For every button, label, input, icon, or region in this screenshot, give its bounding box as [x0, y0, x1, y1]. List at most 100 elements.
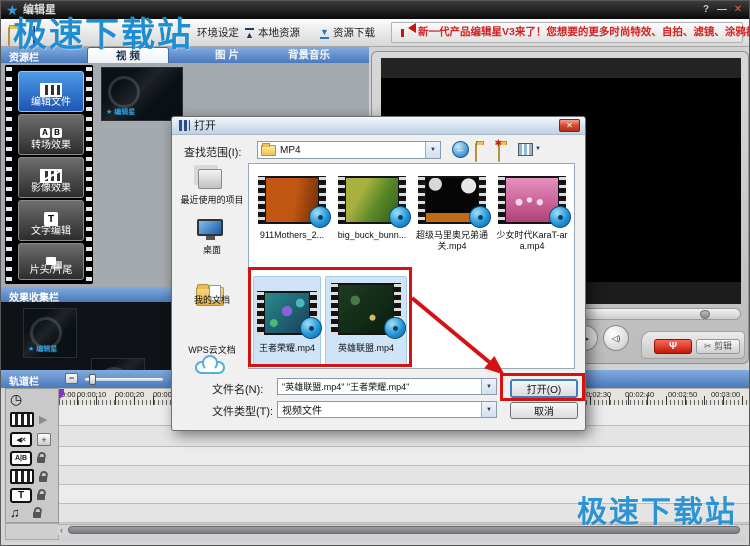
- track-video-row: ▶: [6, 410, 58, 429]
- ruler-label: 00:00:10: [77, 390, 106, 399]
- file-item[interactable]: 超级马里奥兄弟通关.mp4: [413, 176, 491, 251]
- file-name-field-label: 文件名(N):: [212, 381, 263, 397]
- timeline-zoom-thumb[interactable]: [89, 374, 96, 385]
- ab-track-icon: A|B: [10, 451, 32, 466]
- tab-image[interactable]: 图 片: [191, 48, 263, 63]
- video-track-icon: [10, 412, 34, 427]
- film-reel-icon: [309, 206, 331, 228]
- seek-thumb[interactable]: [700, 310, 710, 319]
- add-track-button[interactable]: +: [37, 433, 51, 446]
- file-item[interactable]: 少女时代KaraT-ara.mp4: [493, 176, 571, 251]
- scissors-icon: ✂: [704, 341, 712, 351]
- file-name-label: 超级马里奥兄弟通关.mp4: [413, 230, 491, 251]
- close-button[interactable]: ✕: [731, 3, 745, 17]
- chevron-down-icon[interactable]: ▼: [481, 379, 496, 394]
- resource-sidebar: 编辑文件 AB 转场效果 影像效果 T 文字编辑 片头/片尾: [5, 65, 93, 284]
- look-in-combobox[interactable]: MP4 ▼: [257, 141, 441, 159]
- dialog-title-bar[interactable]: 打开 ✕: [172, 117, 585, 135]
- annotation-open-button-box: [500, 373, 585, 401]
- file-type-field-label: 文件类型(T):: [212, 403, 273, 419]
- clock-icon: ◷: [10, 392, 22, 406]
- view-menu-button[interactable]: [518, 143, 533, 156]
- file-name-label: 少女时代KaraT-ara.mp4: [493, 230, 571, 251]
- file-type-combobox[interactable]: 视频文件 ▼: [277, 401, 497, 418]
- file-item[interactable]: big_buck_bunn...: [333, 176, 411, 241]
- announcement-text: 新一代产品编辑星V3来了！您想要的更多时尚特效、自拍、滤镜、涂鸦都在这里！: [418, 23, 750, 42]
- look-in-label: 查找范围(I):: [184, 144, 241, 160]
- file-thumbnail: [418, 176, 486, 224]
- music-note-icon: ♫: [10, 505, 20, 520]
- sidebar-item-video-effects[interactable]: 影像效果: [18, 157, 84, 198]
- transition-track[interactable]: [58, 447, 749, 466]
- toolbar-item-settings[interactable]: 环境设定: [197, 19, 239, 47]
- ruler-label: 00:02:40: [625, 390, 654, 399]
- track-bar-title: 轨道栏: [9, 373, 39, 388]
- track-effect-row: [6, 468, 58, 485]
- up-arrow-icon: ↑: [475, 138, 480, 148]
- place-my-documents[interactable]: 我的文档: [176, 295, 248, 305]
- file-name-value: "英雄联盟.mp4" "王者荣耀.mp4": [282, 380, 409, 393]
- minimize-button[interactable]: —: [715, 3, 729, 17]
- timeline-zoom-slider[interactable]: [85, 378, 163, 381]
- desktop-icon: [197, 219, 223, 236]
- annotation-selected-files-box: [248, 267, 412, 367]
- chevron-down-icon[interactable]: ▼: [425, 142, 440, 158]
- open-project-icon[interactable]: [8, 27, 10, 46]
- cancel-button[interactable]: 取消: [510, 402, 578, 419]
- unlock-icon[interactable]: [33, 512, 41, 518]
- unlock-icon[interactable]: [39, 476, 47, 482]
- dialog-close-button[interactable]: ✕: [559, 119, 580, 132]
- unlock-icon[interactable]: [37, 494, 45, 500]
- effect-thumbnail[interactable]: ★ 编辑星: [91, 358, 145, 370]
- play-track-icon[interactable]: ▶: [39, 413, 47, 426]
- file-name-label: big_buck_bunn...: [333, 230, 411, 241]
- film-reel-icon: [549, 206, 571, 228]
- watermark-bottom: 极速下载站: [577, 487, 737, 531]
- chevron-down-icon[interactable]: ▼: [535, 146, 541, 152]
- speaker-mute-icon: ◀✕: [10, 432, 32, 447]
- toolbar-item-local-resource[interactable]: 本地资源: [258, 19, 300, 47]
- film-reel-icon: [469, 206, 491, 228]
- place-wps-cloud[interactable]: WPS云文档: [176, 345, 248, 355]
- scroll-left-arrow[interactable]: ‹: [60, 525, 63, 535]
- sidebar-item-text-edit[interactable]: T 文字编辑: [18, 200, 84, 241]
- wps-cloud-icon: [195, 361, 225, 374]
- new-folder-button[interactable]: ✱: [498, 143, 500, 162]
- volume-button[interactable]: ◁): [603, 325, 629, 351]
- file-item[interactable]: 911Mothers_2...: [253, 176, 331, 241]
- intro-outro-icon: [46, 257, 56, 265]
- dialog-film-icon: [177, 120, 190, 131]
- effect-track[interactable]: [58, 466, 749, 485]
- place-recent[interactable]: 最近使用的项目: [176, 195, 248, 205]
- microphone-button[interactable]: Ψ: [654, 339, 692, 354]
- unlock-icon[interactable]: [37, 457, 45, 463]
- sidebar-item-edit-files[interactable]: 编辑文件: [18, 71, 84, 112]
- local-resource-icon: ▲: [245, 28, 254, 40]
- toolbar-item-resource-download[interactable]: 资源下载: [333, 19, 375, 47]
- file-thumbnail: [258, 176, 326, 224]
- track-column-footer: [5, 523, 59, 540]
- file-name-combobox[interactable]: "英雄联盟.mp4" "王者荣耀.mp4" ▼: [277, 378, 497, 395]
- tab-bgm[interactable]: 背景音乐: [269, 48, 349, 63]
- resource-thumbnail[interactable]: ★ 编辑星: [101, 67, 183, 121]
- text-track-icon: T: [10, 488, 32, 503]
- folder-icon: [261, 145, 276, 156]
- ruler-label: 00:02:50: [668, 390, 697, 399]
- sidebar-item-intro-outro[interactable]: 片头/片尾: [18, 243, 84, 280]
- track-icon-column: ◷ ▶ ◀✕ + A|B T ♫: [5, 388, 59, 523]
- chevron-down-icon[interactable]: ▼: [481, 402, 496, 417]
- film-clip-icon: [40, 83, 62, 97]
- effect-thumbnail[interactable]: ★ 编辑星: [23, 308, 77, 358]
- sidebar-item-transitions[interactable]: AB 转场效果: [18, 114, 84, 155]
- help-button[interactable]: ?: [699, 3, 713, 17]
- look-in-value: MP4: [280, 145, 301, 156]
- announcement-bar: 新一代产品编辑星V3来了！您想要的更多时尚特效、自拍、滤镜、涂鸦都在这里！: [391, 22, 743, 43]
- zoom-out-button[interactable]: −: [65, 373, 78, 384]
- place-desktop[interactable]: 桌面: [176, 245, 248, 255]
- track-title-row: T: [6, 487, 58, 503]
- ruler-label: 00:00:20: [115, 390, 144, 399]
- clip-button[interactable]: ✂ 剪辑: [696, 339, 740, 354]
- text-icon: T: [44, 212, 58, 226]
- back-button[interactable]: ←: [452, 141, 469, 158]
- up-one-level-button[interactable]: ↑: [475, 143, 477, 162]
